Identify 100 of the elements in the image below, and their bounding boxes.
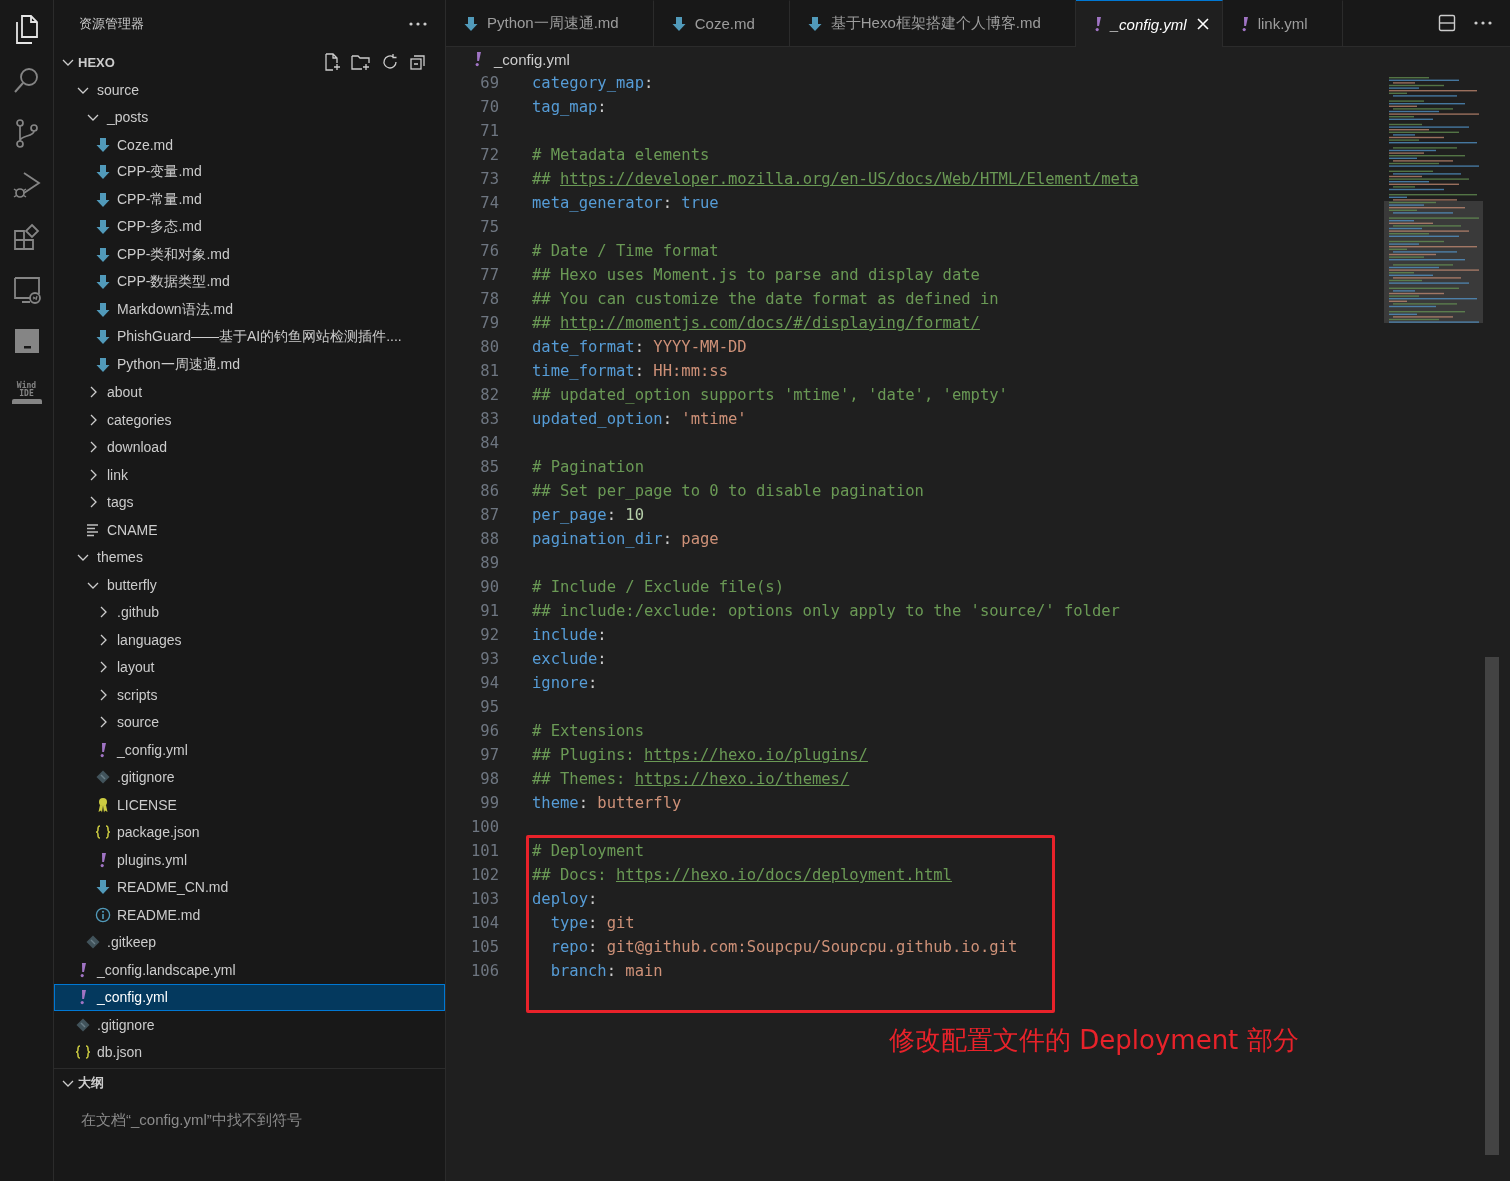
section-title[interactable]: HEXO [78, 54, 321, 70]
line-number: 95 [479, 697, 499, 718]
code-line: ## Themes: https://hexo.io/themes/ [532, 769, 851, 790]
line-number: 79 [479, 313, 499, 334]
link[interactable]: https://hexo.io/plugins/ [644, 746, 868, 764]
code-line: ## Set per_page to 0 to disable pagination [532, 481, 925, 502]
line-number: 78 [479, 289, 499, 310]
exclamation-icon [474, 51, 482, 67]
line-number: 89 [479, 553, 499, 574]
file-item[interactable]: plugins.yml [54, 846, 445, 874]
collapse-icon[interactable] [409, 53, 427, 71]
new-file-icon[interactable] [323, 53, 341, 71]
code-line: exclude: [532, 649, 608, 670]
file-item[interactable]: PhishGuard——基于AI的钓鱼网站检测插件.... [54, 323, 445, 351]
folder-item[interactable]: scripts [54, 681, 445, 709]
folder-item[interactable]: tags [54, 488, 445, 516]
file-item[interactable]: _config.yml [54, 736, 445, 764]
line-number: 92 [479, 625, 499, 646]
folder-item[interactable]: .github [54, 598, 445, 626]
file-item[interactable]: CPP-数据类型.md [54, 268, 445, 296]
line-number: 84 [479, 433, 499, 454]
refresh-icon[interactable] [381, 53, 399, 71]
file-item[interactable]: Python一周速通.md [54, 351, 445, 379]
link[interactable]: https://hexo.io/docs/deployment.html [616, 866, 952, 884]
link[interactable]: https://hexo.io/themes/ [634, 770, 850, 788]
folder-item[interactable]: source [54, 708, 445, 736]
file-item[interactable]: CPP-常量.md [54, 186, 445, 214]
editor-tab[interactable]: 基于Hexo框架搭建个人博客.md [789, 0, 1076, 46]
more-icon[interactable] [409, 22, 427, 26]
file-item[interactable]: CNAME [54, 516, 445, 544]
line-number: 70 [479, 97, 499, 118]
file-item[interactable]: .gitignore [54, 763, 445, 791]
more-icon[interactable] [1474, 21, 1492, 25]
folder-item[interactable]: themes [54, 543, 445, 571]
line-number: 91 [479, 601, 499, 622]
empty-message: 在文档“_config.yml”中找不到符号 [80, 1110, 303, 1130]
editor-tab[interactable]: _config.yml [1075, 0, 1223, 47]
line-number: 69 [479, 73, 499, 94]
file-item[interactable]: db.json [54, 1038, 445, 1066]
code-line: date_format: YYYY-MM-DD [532, 337, 748, 358]
code-line: branch: main [549, 961, 664, 982]
link[interactable]: https://developer.mozilla.org/en-US/docs/Web/HTML/Element/meta [560, 170, 1139, 188]
section-title[interactable]: 大纲 [78, 1074, 427, 1092]
file-item[interactable]: README.md [54, 901, 445, 929]
file-item[interactable]: .gitkeep [54, 928, 445, 956]
folder-item[interactable]: download [54, 433, 445, 461]
monitor-icon[interactable] [11, 274, 42, 304]
new-folder-icon[interactable] [351, 53, 371, 71]
file-item[interactable]: Markdown语法.md [54, 296, 445, 324]
breadcrumb-item[interactable]: _config.yml [474, 50, 570, 68]
file-item[interactable]: CPP-多态.md [54, 213, 445, 241]
line-number: 82 [479, 385, 499, 406]
folder-item[interactable]: about [54, 378, 445, 406]
file-item[interactable]: _config.yml [54, 983, 445, 1011]
line-number: 88 [479, 529, 499, 550]
exclamation-icon [1093, 16, 1102, 32]
line-number: 105 [470, 937, 499, 958]
line-number: 106 [470, 961, 499, 982]
split-editor-icon[interactable] [1438, 14, 1456, 32]
file-item[interactable]: CPP-变量.md [54, 158, 445, 186]
folder-item[interactable]: layout [54, 653, 445, 681]
folder-item[interactable]: butterfly [54, 571, 445, 599]
diamond-icon [96, 770, 110, 785]
link[interactable]: http://momentjs.com/docs/#/displaying/format/ [560, 314, 980, 332]
arrow-down-icon [96, 274, 110, 291]
editor-tab[interactable]: Coze.md [653, 0, 790, 46]
code-line: ## include:/exclude: options only apply to the 'source/' folder [532, 601, 1121, 622]
line-number: 97 [479, 745, 499, 766]
file-item[interactable]: LICENSE [54, 791, 445, 819]
folder-item[interactable]: _posts [54, 103, 445, 131]
editor-tab[interactable]: Python一周速通.md [446, 0, 654, 46]
line-number: 77 [479, 265, 499, 286]
file-item[interactable]: package.json [54, 818, 445, 846]
file-item[interactable]: CPP-类和对象.md [54, 241, 445, 269]
folder-item[interactable]: source [54, 76, 445, 104]
file-item[interactable]: .gitignore [54, 1011, 445, 1039]
folder-item[interactable]: languages [54, 626, 445, 654]
arrow-down-icon [96, 356, 110, 373]
line-number: 100 [470, 817, 499, 838]
editor-tab[interactable]: link.yml [1222, 0, 1343, 46]
line-number: 93 [479, 649, 499, 670]
blocks-icon[interactable] [11, 222, 42, 252]
code-line: ## https://developer.mozilla.org/en-US/docs/Web/HTML/Element/meta [532, 169, 1140, 190]
file-item[interactable]: README_CN.md [54, 873, 445, 901]
scrollbar[interactable] [1485, 657, 1499, 1155]
exclamation-icon [99, 851, 107, 868]
info-icon [95, 906, 111, 923]
line-number: 104 [470, 913, 499, 934]
file-item[interactable]: Coze.md [54, 131, 445, 159]
line-number: 90 [479, 577, 499, 598]
arrow-down-icon [96, 136, 110, 153]
close-icon[interactable] [1195, 17, 1210, 31]
line-number: 83 [479, 409, 499, 430]
code-line: # Extensions [532, 721, 645, 742]
arrow-down-icon [96, 301, 110, 318]
folder-item[interactable]: link [54, 461, 445, 489]
file-item[interactable]: _config.landscape.yml [54, 956, 445, 984]
line-number: 85 [479, 457, 499, 478]
play-bug-icon[interactable] [11, 170, 42, 200]
folder-item[interactable]: categories [54, 406, 445, 434]
